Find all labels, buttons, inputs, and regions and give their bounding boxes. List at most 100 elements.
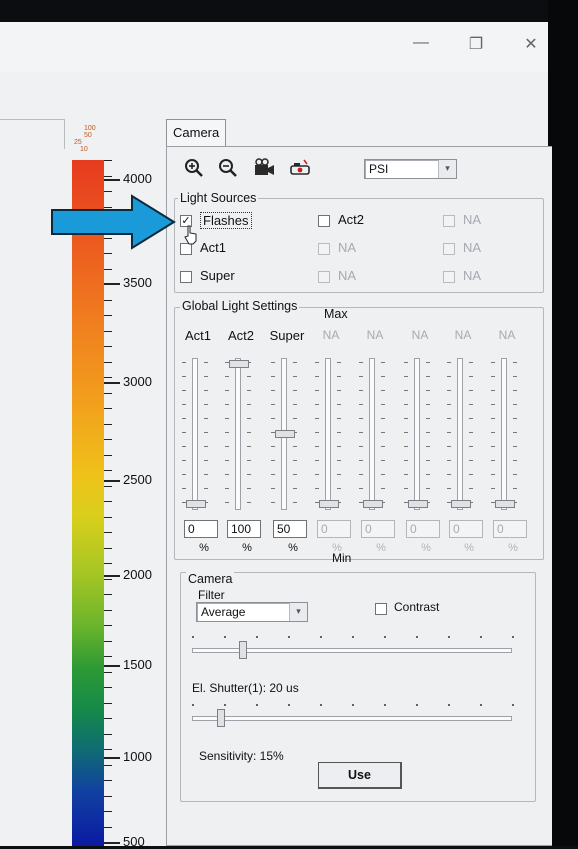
slider-tick — [469, 432, 473, 433]
slider-tick — [271, 502, 275, 503]
slider-tick — [204, 460, 208, 461]
channel-value-field[interactable]: 100 — [227, 520, 261, 538]
scale-minor-tick — [104, 516, 112, 518]
channel-slider-track[interactable] — [369, 358, 375, 510]
slider-tick — [182, 460, 186, 461]
filter-select[interactable]: Average ▾ — [196, 602, 308, 622]
channel-slider-thumb[interactable] — [408, 500, 428, 508]
restore-button[interactable]: ❐ — [466, 34, 486, 54]
slider-tick — [447, 446, 451, 447]
light-source-checkbox[interactable] — [318, 215, 330, 227]
light-source-checkbox[interactable] — [180, 271, 192, 283]
slider-tick — [315, 488, 319, 489]
slider-tick — [337, 362, 341, 363]
channel-slider-thumb[interactable] — [451, 500, 471, 508]
restore-icon: ❐ — [468, 36, 484, 53]
scale-minor-tick — [104, 423, 112, 425]
channel-slider-track[interactable] — [414, 358, 420, 510]
slider-tick — [182, 362, 186, 363]
scale-minor-tick — [104, 733, 112, 735]
zoom-out-button[interactable] — [216, 158, 240, 182]
slider-tick — [293, 488, 297, 489]
scale-minor-tick — [104, 671, 112, 673]
slider-tick — [491, 474, 495, 475]
slider-track[interactable] — [192, 716, 512, 721]
slider-tick — [491, 446, 495, 447]
slider-tick — [247, 502, 251, 503]
preset-value: PSI — [369, 162, 389, 176]
camera-icon — [255, 158, 274, 175]
slider-tick — [426, 418, 430, 419]
close-button[interactable]: ✕ — [521, 34, 541, 54]
flash-button[interactable] — [288, 158, 312, 182]
light-sources-title: Light Sources — [178, 191, 259, 205]
scale-minor-tick — [104, 485, 112, 487]
slider-tick — [513, 432, 517, 433]
slider-tick — [271, 390, 275, 391]
light-source-checkbox — [318, 271, 330, 283]
slider-tick — [469, 404, 473, 405]
scale-major-tick — [104, 842, 120, 844]
scale-minor-tick — [104, 609, 112, 611]
scale-minor-tick — [104, 811, 112, 812]
channel-slider-thumb[interactable] — [229, 360, 249, 368]
slider-tick — [224, 704, 226, 706]
slider-tick — [491, 418, 495, 419]
light-source-label: Act2 — [338, 212, 365, 227]
channel-slider-thumb[interactable] — [363, 500, 383, 508]
slider-tick — [293, 474, 297, 475]
slider-tick — [480, 704, 482, 706]
slider-tick — [256, 704, 258, 706]
channel-value-field[interactable]: 50 — [273, 520, 307, 538]
slider-thumb[interactable] — [216, 709, 225, 727]
slider-tick — [337, 460, 341, 461]
slider-tick — [426, 460, 430, 461]
channel-slider-track[interactable] — [235, 358, 241, 510]
channel-slider-track[interactable] — [192, 358, 198, 510]
slider-tick — [337, 488, 341, 489]
channel-slider-thumb[interactable] — [186, 500, 206, 508]
slider-tick — [381, 404, 385, 405]
slider-tick — [416, 704, 418, 706]
camera-button[interactable] — [252, 158, 276, 182]
slider-tick — [381, 432, 385, 433]
mouse-cursor-icon — [184, 225, 197, 245]
scale-minor-tick — [104, 439, 112, 440]
slider-tick — [225, 390, 229, 391]
slider-thumb[interactable] — [238, 641, 247, 659]
slider-tick — [293, 446, 297, 447]
channel-slider-thumb[interactable] — [319, 500, 339, 508]
slider-tick — [204, 404, 208, 405]
slider-tick — [381, 390, 385, 391]
slider-tick — [271, 488, 275, 489]
scale-minor-tick — [104, 346, 112, 347]
scale-major-tick — [104, 179, 120, 181]
light-source-label: NA — [463, 268, 482, 283]
preset-select[interactable]: PSI ▾ — [364, 159, 457, 179]
slider-tick — [359, 446, 363, 447]
slider-tick — [448, 704, 450, 706]
channel-slider-track[interactable] — [325, 358, 331, 510]
minimize-button[interactable]: — — [411, 34, 431, 52]
use-button[interactable]: Use — [318, 762, 402, 789]
scale-minor-tick — [104, 594, 112, 595]
zoom-in-button[interactable] — [182, 158, 206, 182]
slider-tick — [192, 704, 194, 706]
slider-tick — [491, 488, 495, 489]
slider-tick — [513, 390, 517, 391]
channel-slider-track[interactable] — [501, 358, 507, 510]
channel-slider-thumb[interactable] — [495, 500, 515, 508]
scale-tick-label: 3000 — [123, 374, 152, 389]
scale-tick-label: 1500 — [123, 657, 152, 672]
scale-top-labels: 100 50 25 10 — [70, 125, 110, 155]
slider-tick — [384, 704, 386, 706]
channel-slider-track[interactable] — [457, 358, 463, 510]
minimize-icon: — — [413, 34, 429, 51]
contrast-checkbox[interactable] — [375, 603, 387, 615]
scale-major-tick — [104, 665, 120, 667]
channel-slider-thumb[interactable] — [275, 430, 295, 438]
tab-camera[interactable]: Camera — [166, 119, 226, 146]
slider-tick — [271, 376, 275, 377]
slider-tick — [359, 460, 363, 461]
channel-value-field[interactable]: 0 — [184, 520, 218, 538]
